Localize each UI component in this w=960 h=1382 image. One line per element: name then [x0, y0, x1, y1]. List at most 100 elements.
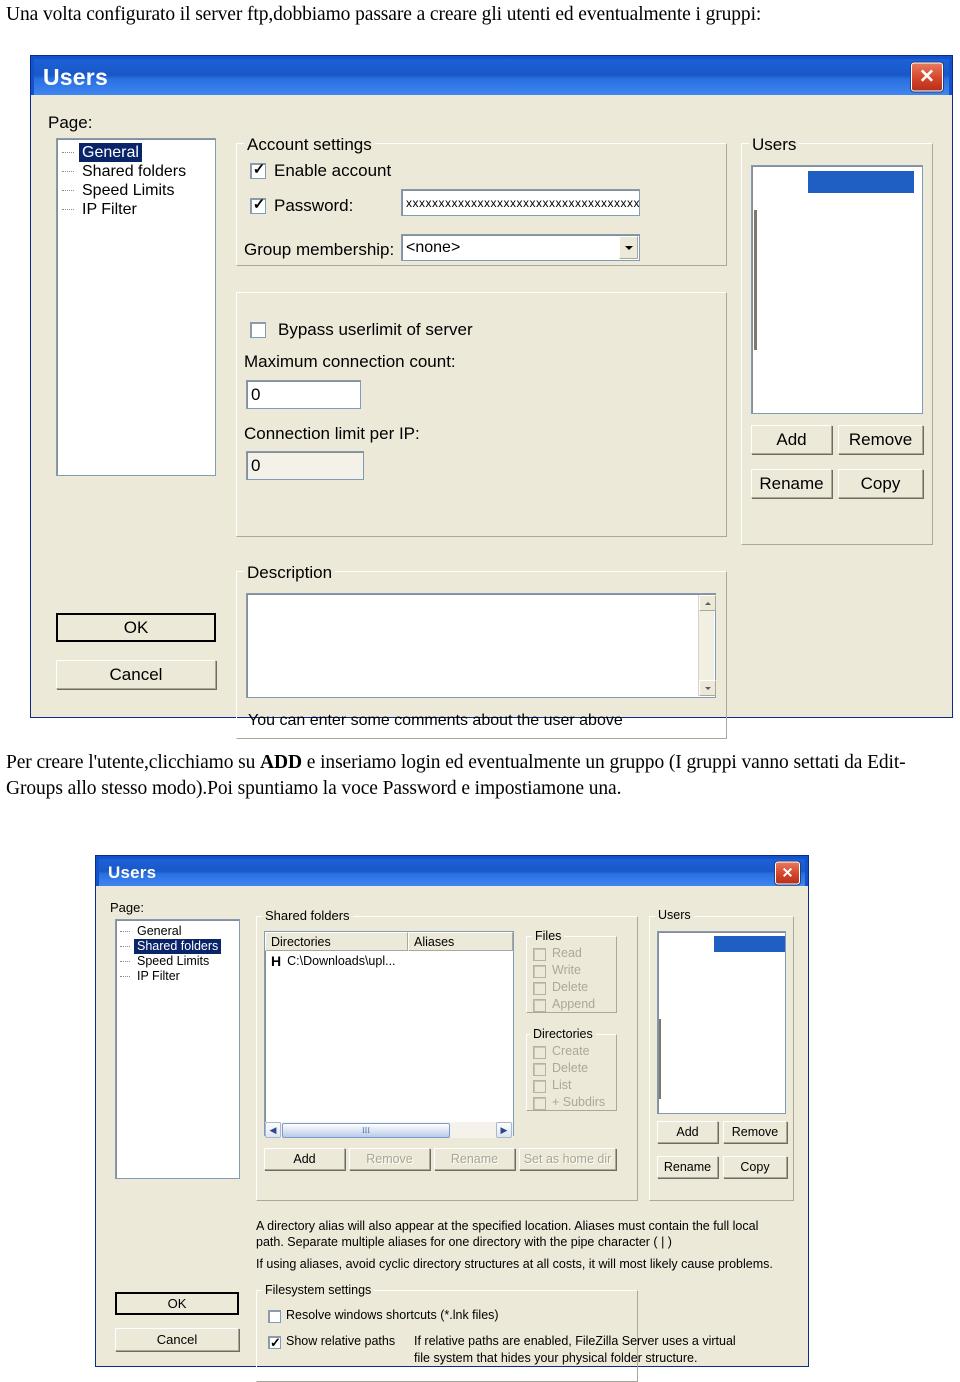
column-header-aliases[interactable]: Aliases: [408, 932, 513, 951]
tree-dash-icon: [62, 152, 74, 153]
set-as-home-dir-button: Set as home dir: [519, 1148, 616, 1170]
dialog-client-area: Page: General Shared folders Speed Limit…: [96, 886, 808, 1382]
page-tree[interactable]: General Shared folders Speed Limits IP F…: [56, 138, 216, 476]
users-remove-button[interactable]: Remove: [723, 1121, 787, 1143]
shared-folders-remove-button: Remove: [349, 1148, 430, 1170]
description-textarea[interactable]: [246, 593, 716, 698]
group-membership-value: <none>: [406, 238, 461, 256]
tree-dash-icon: [120, 946, 130, 947]
dirs-subdirs-checkbox: [533, 1097, 546, 1110]
tree-dash-icon: [120, 931, 130, 932]
tree-item-shared-folders[interactable]: Shared folders: [57, 162, 215, 181]
users-rename-button[interactable]: Rename: [657, 1156, 718, 1178]
files-read-checkbox: [533, 948, 546, 961]
dirs-list-label: List: [552, 1078, 572, 1092]
page-label: Page:: [110, 900, 144, 915]
users-dialog-shared-folders: Users ✕ Page: General Shared folders Spe…: [95, 855, 809, 1382]
users-group-title: Users: [749, 135, 800, 155]
table-row[interactable]: H C:\Downloads\upl...: [265, 952, 513, 969]
column-header-directories[interactable]: Directories: [265, 932, 408, 951]
close-icon[interactable]: ✕: [911, 62, 943, 92]
ok-button[interactable]: OK: [56, 613, 216, 642]
files-write-label: Write: [552, 963, 581, 977]
home-dir-flag-icon: H: [271, 952, 282, 969]
alias-help-line-3: If using aliases, avoid cyclic directory…: [256, 1257, 773, 1271]
cancel-button[interactable]: Cancel: [115, 1328, 239, 1351]
alias-help-line-1: A directory alias will also appear at th…: [256, 1219, 759, 1233]
files-delete-checkbox: [533, 982, 546, 995]
dialog-title: Users: [43, 63, 108, 90]
account-settings-title: Account settings: [244, 135, 375, 155]
tree-item-general[interactable]: General: [116, 924, 239, 939]
relative-paths-help-line-1: If relative paths are enabled, FileZilla…: [414, 1334, 736, 1348]
dirs-create-label: Create: [552, 1044, 590, 1058]
description-hint: You can enter some comments about the us…: [248, 712, 623, 729]
tree-item-label: General: [79, 143, 142, 162]
files-group-title: Files: [532, 929, 565, 943]
resolve-shortcuts-checkbox[interactable]: [268, 1310, 281, 1323]
tree-item-general[interactable]: General: [57, 143, 215, 162]
directories-hscrollbar[interactable]: ◀ III ▶: [265, 1122, 513, 1138]
description-title: Description: [244, 563, 336, 583]
users-remove-button[interactable]: Remove: [838, 425, 923, 454]
check-icon: ✓: [270, 1335, 281, 1350]
shared-folders-add-button[interactable]: Add: [264, 1148, 345, 1170]
dirs-list-checkbox: [533, 1080, 546, 1093]
users-listbox[interactable]: [657, 931, 786, 1114]
description-scrollbar[interactable]: [698, 595, 716, 696]
scroll-down-icon[interactable]: [699, 680, 716, 696]
max-connection-count-input[interactable]: 0: [246, 380, 361, 409]
group-membership-select[interactable]: <none>: [401, 234, 640, 261]
relative-paths-help-line-2: file system that hides your physical fol…: [414, 1351, 698, 1365]
scroll-left-icon[interactable]: ◀: [265, 1122, 281, 1138]
tree-item-label: Speed Limits: [137, 954, 210, 968]
users-rename-button[interactable]: Rename: [751, 469, 832, 498]
bypass-userlimit-checkbox[interactable]: [250, 322, 266, 338]
check-icon: ✓: [252, 161, 266, 178]
tree-item-shared-folders[interactable]: Shared folders: [116, 939, 239, 954]
resolve-shortcuts-label: Resolve windows shortcuts (*.lnk files): [286, 1308, 499, 1322]
files-append-label: Append: [552, 997, 596, 1011]
users-list-scroll-remnant: [659, 1019, 661, 1099]
users-copy-button[interactable]: Copy: [838, 469, 923, 498]
tree-item-ip-filter[interactable]: IP Filter: [116, 969, 239, 984]
files-append-checkbox: [533, 999, 546, 1012]
tree-dash-icon: [120, 976, 130, 977]
dialog-titlebar[interactable]: Users ✕: [99, 859, 805, 886]
hscroll-thumb[interactable]: III: [282, 1122, 450, 1138]
users-list-selected-item[interactable]: [808, 171, 914, 193]
password-checkbox[interactable]: ✓: [250, 197, 266, 214]
close-icon[interactable]: ✕: [775, 861, 800, 884]
scroll-up-icon[interactable]: [699, 595, 716, 611]
password-input[interactable]: xxxxxxxxxxxxxxxxxxxxxxxxxxxxxxxxxxxx: [401, 189, 640, 216]
dialog-titlebar[interactable]: Users ✕: [34, 59, 949, 95]
chevron-down-icon[interactable]: [619, 236, 638, 259]
tree-item-speed-limits[interactable]: Speed Limits: [116, 954, 239, 969]
dialog-title: Users: [108, 862, 157, 882]
enable-account-checkbox[interactable]: ✓: [250, 161, 266, 179]
directories-listview[interactable]: Directories Aliases H C:\Downloads\upl..…: [264, 931, 514, 1136]
users-list-selected-item[interactable]: [714, 936, 785, 952]
connection-limit-per-ip-input[interactable]: 0: [246, 451, 364, 480]
show-relative-paths-label: Show relative paths: [286, 1334, 396, 1348]
page-tree[interactable]: General Shared folders Speed Limits IP F…: [115, 919, 240, 1179]
middle-paragraph: Per creare l'utente,clicchiamo su ADD e …: [6, 750, 946, 801]
ok-button[interactable]: OK: [115, 1292, 239, 1315]
users-add-button[interactable]: Add: [657, 1121, 718, 1143]
tree-item-label: IP Filter: [82, 201, 137, 218]
tree-item-label: Speed Limits: [82, 182, 175, 199]
cancel-button[interactable]: Cancel: [56, 660, 216, 689]
tree-item-label: IP Filter: [137, 969, 180, 983]
tree-dash-icon: [62, 171, 74, 172]
users-listbox[interactable]: [751, 165, 923, 414]
page-label: Page:: [48, 113, 93, 132]
tree-item-speed-limits[interactable]: Speed Limits: [57, 181, 215, 200]
tree-item-ip-filter[interactable]: IP Filter: [57, 200, 215, 219]
scroll-right-icon[interactable]: ▶: [496, 1122, 512, 1138]
shared-folders-rename-button: Rename: [434, 1148, 515, 1170]
alias-help-line-2: path. Separate multiple aliases for one …: [256, 1235, 672, 1249]
show-relative-paths-checkbox[interactable]: ✓: [268, 1336, 281, 1349]
tree-dash-icon: [62, 209, 74, 210]
users-copy-button[interactable]: Copy: [723, 1156, 787, 1178]
users-add-button[interactable]: Add: [751, 425, 832, 454]
